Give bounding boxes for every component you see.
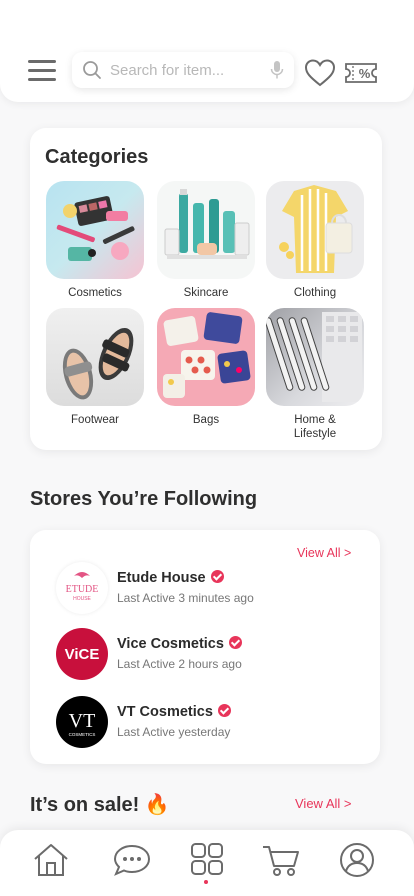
- categories-card: Categories Cosmetics Skincare Clothing F…: [30, 128, 382, 450]
- store-last-active: Last Active yesterday: [117, 725, 231, 739]
- store-name: VT Cosmetics: [117, 704, 231, 720]
- footwear-image: [46, 308, 144, 406]
- store-row-etude-house[interactable]: ETUDE HOUSE Etude House Last Active 3 mi…: [56, 562, 356, 614]
- svg-text:ViCE: ViCE: [65, 646, 100, 663]
- menu-icon[interactable]: [28, 60, 56, 82]
- store-last-active: Last Active 3 minutes ago: [117, 591, 254, 605]
- category-label: Skincare: [183, 287, 229, 299]
- store-name: Etude House: [117, 570, 224, 586]
- stores-section-title: Stores You’re Following: [30, 488, 258, 510]
- search-icon: [83, 61, 101, 79]
- verified-badge-icon: [228, 636, 242, 649]
- category-bags[interactable]: Bags: [156, 308, 256, 427]
- top-header: %: [0, 0, 414, 102]
- categories-icon[interactable]: [190, 842, 224, 876]
- microphone-icon[interactable]: [270, 60, 284, 80]
- profile-icon[interactable]: [339, 842, 375, 878]
- svg-text:ETUDE: ETUDE: [66, 584, 99, 595]
- svg-text:VT: VT: [69, 710, 96, 732]
- chat-icon[interactable]: [112, 842, 152, 878]
- category-clothing[interactable]: Clothing: [265, 181, 365, 300]
- svg-text:HOUSE: HOUSE: [73, 596, 91, 602]
- stores-card: View All > ETUDE HOUSE Etude House Last …: [30, 530, 380, 764]
- category-label: Footwear: [71, 414, 119, 426]
- categories-title: Categories: [45, 146, 149, 168]
- search-input[interactable]: [110, 61, 250, 79]
- category-label: Home & Lifestyle: [293, 414, 337, 440]
- search-bar[interactable]: [72, 52, 294, 88]
- cart-icon[interactable]: [261, 842, 301, 878]
- category-skincare[interactable]: Skincare: [156, 181, 256, 300]
- store-logo: ETUDE HOUSE: [56, 562, 108, 614]
- home-icon[interactable]: [32, 842, 70, 878]
- voucher-icon[interactable]: %: [344, 60, 378, 86]
- sale-section-title: It’s on sale! 🔥: [30, 794, 170, 816]
- store-row-vice-cosmetics[interactable]: ViCE Vice Cosmetics Last Active 2 hours …: [56, 628, 356, 680]
- category-footwear[interactable]: Footwear: [45, 308, 145, 427]
- stores-view-all-link[interactable]: View All >: [297, 546, 351, 560]
- sale-view-all-link[interactable]: View All >: [295, 796, 352, 811]
- store-row-vt-cosmetics[interactable]: VT COSMETICS VT Cosmetics Last Active ye…: [56, 696, 356, 748]
- bags-image: [157, 308, 255, 406]
- cosmetics-image: [46, 181, 144, 279]
- bottom-nav: [0, 830, 414, 896]
- skincare-image: [157, 181, 255, 279]
- svg-text:%: %: [359, 66, 371, 81]
- category-label: Clothing: [293, 287, 337, 299]
- heart-icon[interactable]: [304, 58, 336, 88]
- store-name: Vice Cosmetics: [117, 636, 242, 652]
- active-tab-indicator: [204, 880, 208, 884]
- home-lifestyle-image: [266, 308, 364, 406]
- category-home-lifestyle[interactable]: Home & Lifestyle: [265, 308, 365, 441]
- clothing-image: [266, 181, 364, 279]
- category-cosmetics[interactable]: Cosmetics: [45, 181, 145, 300]
- store-logo: ViCE: [56, 628, 108, 680]
- verified-badge-icon: [217, 704, 231, 717]
- verified-badge-icon: [210, 570, 224, 583]
- svg-text:COSMETICS: COSMETICS: [69, 732, 96, 737]
- store-last-active: Last Active 2 hours ago: [117, 657, 242, 671]
- category-label: Cosmetics: [68, 287, 122, 299]
- store-logo: VT COSMETICS: [56, 696, 108, 748]
- category-label: Bags: [192, 414, 220, 426]
